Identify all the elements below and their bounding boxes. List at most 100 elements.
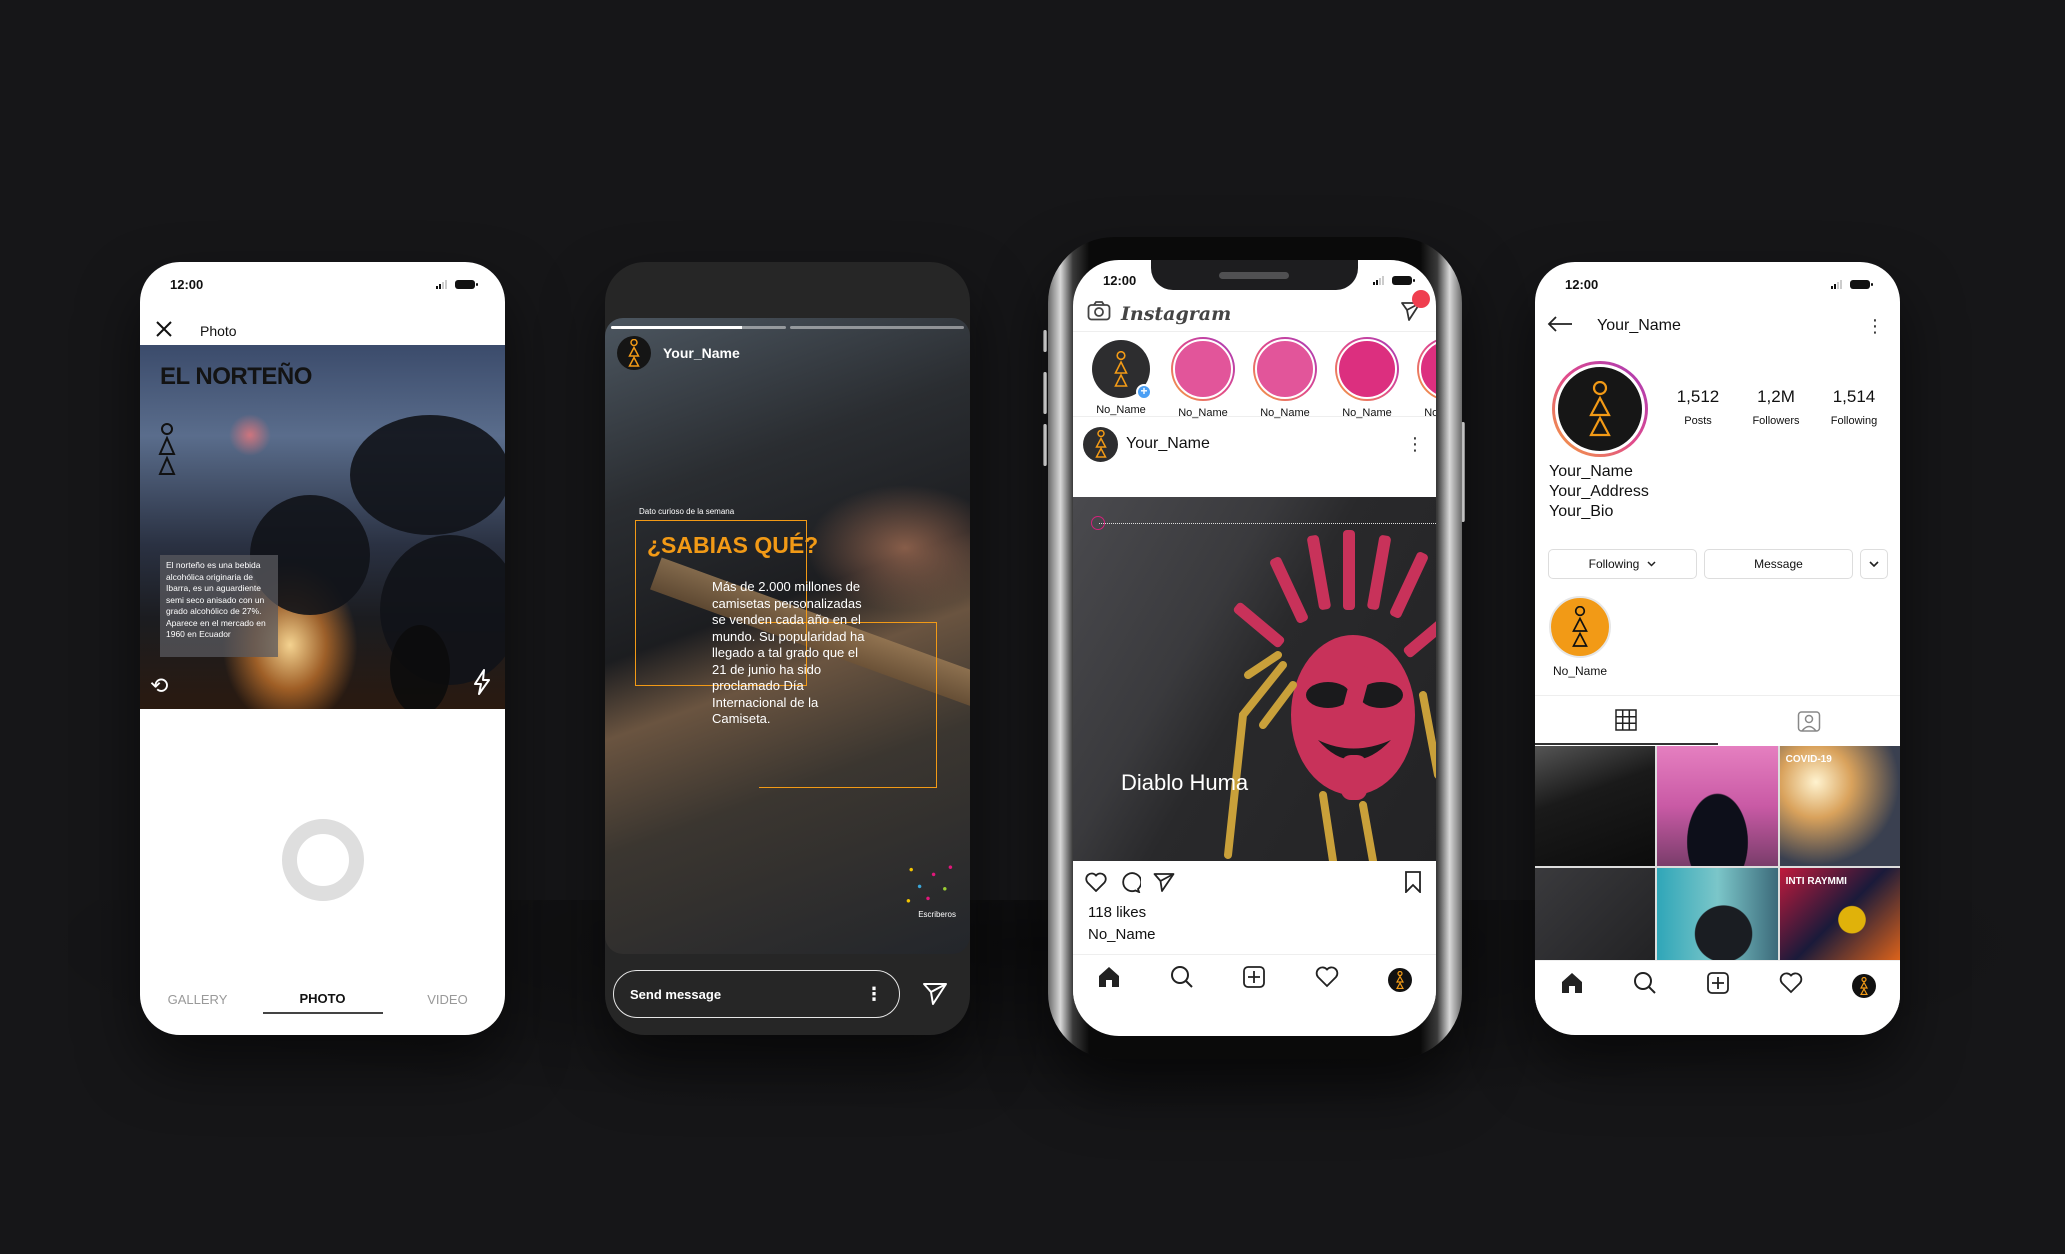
- post-avatar[interactable]: [1083, 426, 1118, 462]
- flash-icon[interactable]: [473, 669, 491, 701]
- story-item[interactable]: No_Name: [1250, 337, 1320, 419]
- profile-options-icon[interactable]: ⋮: [1866, 316, 1884, 337]
- like-icon[interactable]: [1085, 872, 1107, 897]
- more-options-icon[interactable]: ⋮: [865, 985, 883, 1003]
- story-item[interactable]: No_Name: [1332, 337, 1402, 419]
- status-time: 12:00: [1565, 276, 1599, 292]
- message-button[interactable]: Message: [1704, 549, 1853, 579]
- instagram-wordmark: Instagram: [1121, 302, 1232, 325]
- bio-text: Your_Bio: [1549, 503, 1614, 520]
- stat-posts[interactable]: 1,512 Posts: [1668, 387, 1728, 427]
- story-headline: ¿SABIAS QUÉ?: [647, 532, 819, 558]
- post-image[interactable]: Diablo Huma: [1073, 497, 1436, 861]
- profile-stats: 1,512 Posts 1,2M Followers 1,514 Following: [1668, 387, 1884, 427]
- story-highlight[interactable]: No_Name: [1549, 596, 1611, 678]
- shutter-button[interactable]: [282, 819, 364, 901]
- image-title: EL NORTEÑO: [160, 363, 312, 390]
- home-icon[interactable]: [1560, 971, 1584, 1000]
- profile-nav-avatar[interactable]: [1851, 973, 1876, 998]
- add-post-icon[interactable]: [1242, 965, 1266, 994]
- add-story-icon[interactable]: +: [1136, 384, 1152, 400]
- status-time: 12:00: [1103, 272, 1137, 288]
- profile-username: Your_Name: [1597, 317, 1681, 334]
- profile-nav-avatar[interactable]: [1387, 967, 1412, 992]
- profile-header: Your_Name ⋮: [1535, 306, 1900, 346]
- search-icon[interactable]: [1170, 965, 1194, 994]
- status-bar: 12:00: [140, 262, 505, 306]
- share-icon[interactable]: [1153, 872, 1175, 897]
- profile-actions: Following Message: [1548, 549, 1888, 579]
- phone-profile-screen: 12:00 Your_Name ⋮ 1,512 Posts 1,2M Followe…: [1535, 262, 1900, 1035]
- post-options-icon[interactable]: ⋮: [1406, 435, 1424, 453]
- suggestions-dropdown-button[interactable]: [1860, 549, 1888, 579]
- activity-heart-icon[interactable]: [1779, 972, 1803, 999]
- tab-tagged[interactable]: [1718, 696, 1901, 745]
- story-item[interactable]: + No_Name: [1086, 337, 1156, 416]
- activity-heart-icon[interactable]: [1315, 966, 1339, 993]
- tab-photo[interactable]: PHOTO: [262, 991, 383, 1014]
- status-bar: 12:00: [1535, 262, 1900, 306]
- phone-camera-screen: 12:00 Photo EL NORTEÑO El norteño es una…: [140, 262, 505, 1035]
- comment-icon[interactable]: [1119, 871, 1143, 898]
- grid-post[interactable]: [1657, 746, 1778, 866]
- story-item[interactable]: No_Name: [1168, 337, 1238, 419]
- grid-post[interactable]: INTI RAYMMI: [1779, 868, 1900, 962]
- flip-camera-icon[interactable]: ⟲: [150, 673, 168, 699]
- grid-post[interactable]: COVID-19: [1779, 746, 1900, 866]
- mute-switch: [1043, 330, 1047, 352]
- tab-video[interactable]: VIDEO: [398, 992, 498, 1013]
- close-icon[interactable]: [154, 319, 174, 344]
- grid-post-title: INTI RAYMMI: [1785, 876, 1847, 887]
- stat-following[interactable]: 1,514 Following: [1824, 387, 1884, 427]
- search-icon[interactable]: [1633, 971, 1657, 1000]
- home-icon[interactable]: [1097, 965, 1121, 994]
- volume-up-button: [1043, 372, 1047, 414]
- profile-content-tabs: [1535, 695, 1900, 745]
- back-arrow-icon[interactable]: [1547, 315, 1573, 337]
- profile-picture[interactable]: [1552, 361, 1648, 457]
- send-message-placeholder: Send message: [630, 986, 722, 1002]
- feed-top-bar: Instagram: [1073, 290, 1436, 332]
- bio-name: Your_Name: [1549, 463, 1633, 480]
- post-header: Your_Name ⋮: [1073, 424, 1436, 464]
- story-body: Más de 2.000 millones de camisetas perso…: [712, 579, 865, 726]
- brand-logo-icon: [158, 423, 176, 477]
- story-label: No_Name: [1096, 404, 1146, 416]
- chevron-down-icon: [1647, 561, 1656, 567]
- story-kicker: Dato curioso de la semana: [639, 507, 735, 516]
- send-icon[interactable]: [922, 980, 948, 1011]
- grid-icon: [1615, 708, 1637, 731]
- tagged-person-icon: [1797, 710, 1820, 732]
- post-username[interactable]: Your_Name: [1126, 435, 1210, 453]
- bottom-nav: [1535, 960, 1900, 1010]
- story-label: No_Name: [1342, 407, 1392, 419]
- story-user[interactable]: Your_Name: [617, 336, 740, 370]
- story-ring: [1171, 337, 1235, 401]
- signal-icon: [1373, 275, 1384, 285]
- story-item[interactable]: No_Name: [1414, 337, 1436, 419]
- direct-message-button[interactable]: [1400, 290, 1430, 327]
- signal-icon: [436, 279, 447, 289]
- post-image-caption: Diablo Huma: [1121, 770, 1249, 795]
- send-message-input[interactable]: Send message ⋮: [613, 970, 900, 1018]
- grid-post[interactable]: [1535, 868, 1656, 962]
- grid-post-title: COVID-19: [1785, 754, 1832, 765]
- bottom-nav: [1073, 954, 1436, 1004]
- tab-gallery[interactable]: GALLERY: [148, 992, 248, 1013]
- grid-post[interactable]: [1657, 868, 1778, 962]
- camera-icon[interactable]: [1087, 301, 1111, 326]
- battery-icon: [1850, 279, 1873, 289]
- grid-post[interactable]: [1535, 746, 1656, 866]
- add-post-icon[interactable]: [1706, 971, 1730, 1000]
- caption-username[interactable]: No_Name: [1088, 926, 1156, 943]
- chevron-down-icon: [1869, 561, 1879, 567]
- power-button: [1461, 422, 1465, 522]
- camera-title: Photo: [200, 323, 237, 339]
- bio-address: Your_Address: [1549, 483, 1649, 500]
- story-label: No_Name: [1424, 407, 1436, 419]
- stat-followers[interactable]: 1,2M Followers: [1746, 387, 1806, 427]
- bookmark-icon[interactable]: [1404, 870, 1422, 898]
- avatar: [617, 336, 651, 370]
- tab-grid[interactable]: [1535, 696, 1718, 745]
- following-button[interactable]: Following: [1548, 549, 1697, 579]
